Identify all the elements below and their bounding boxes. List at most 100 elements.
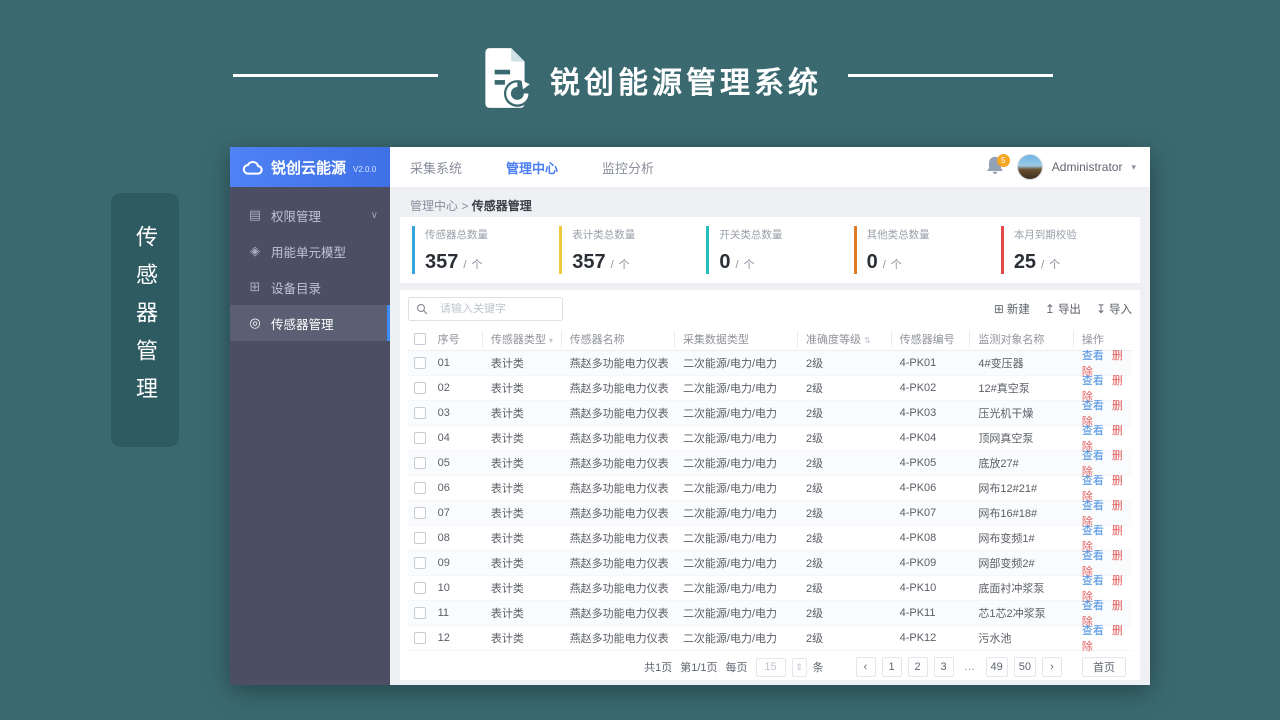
view-link[interactable]: 查看: [1082, 350, 1104, 362]
user-dropdown-caret-icon[interactable]: ▾: [1131, 162, 1136, 173]
page-number-button[interactable]: …: [959, 657, 980, 677]
cell-name: 燕赵多功能电力仪表: [569, 508, 669, 520]
first-page-button[interactable]: 首页: [1082, 657, 1126, 677]
cell-data-type: 二次能源/电力/电力: [682, 533, 778, 545]
stat-card: 其他类总数量 0 / 个: [853, 226, 991, 274]
table-row: 12 表计类 燕赵多功能电力仪表 二次能源/电力/电力 2级 4-PK12 污水…: [408, 625, 1132, 653]
view-link[interactable]: 查看: [1082, 375, 1104, 387]
new-icon: ⊞: [993, 302, 1004, 316]
view-link[interactable]: 查看: [1082, 550, 1104, 562]
cell-data-type: 二次能源/电力/电力: [682, 358, 778, 370]
header-name: 传感器名称: [560, 331, 674, 347]
sidebar-menu-item[interactable]: ◎ 传感器管理 ∨: [230, 305, 390, 341]
cell-target: 底放27#: [978, 458, 1019, 470]
cell-name: 燕赵多功能电力仪表: [569, 583, 669, 595]
sidebar-menu-item[interactable]: ⊞ 设备目录 ∨: [230, 269, 390, 305]
cell-data-type: 二次能源/电力/电力: [682, 408, 778, 420]
view-link[interactable]: 查看: [1082, 600, 1104, 612]
top-nav-item[interactable]: 管理中心: [506, 158, 558, 177]
new-button[interactable]: ⊞ 新建: [994, 301, 1030, 317]
export-button[interactable]: ↥ 导出: [1045, 301, 1081, 317]
search-input[interactable]: [428, 303, 543, 315]
header-accuracy[interactable]: 准确度等级 ⇅: [797, 331, 891, 347]
table-row: 05 表计类 燕赵多功能电力仪表 二次能源/电力/电力 2级 4-PK05 底放…: [408, 450, 1132, 478]
top-nav-item[interactable]: 采集系统: [410, 158, 462, 177]
stat-unit: 个: [471, 259, 483, 271]
cell-type: 表计类: [490, 433, 524, 445]
row-checkbox[interactable]: [414, 457, 426, 469]
cell-target: 压光机干燥: [978, 408, 1034, 420]
view-link[interactable]: 查看: [1082, 400, 1104, 412]
row-checkbox[interactable]: [414, 632, 426, 644]
row-checkbox[interactable]: [414, 357, 426, 369]
top-navbar: 采集系统 管理中心 监控分析 5 Administrator ▾: [390, 147, 1150, 187]
header-accuracy-label: 准确度等级: [806, 334, 862, 346]
row-checkbox[interactable]: [414, 557, 426, 569]
row-checkbox[interactable]: [414, 407, 426, 419]
row-checkbox[interactable]: [414, 607, 426, 619]
view-link[interactable]: 查看: [1082, 575, 1104, 587]
cell-name: 燕赵多功能电力仪表: [569, 558, 669, 570]
app-logo-version: V2.0.0: [353, 164, 377, 174]
cell-no: 04: [437, 432, 450, 444]
per-page-input[interactable]: 15: [755, 657, 786, 677]
menu-item-label: 用能单元模型: [271, 245, 347, 260]
cell-name: 燕赵多功能电力仪表: [569, 633, 669, 645]
username[interactable]: Administrator: [1052, 160, 1123, 174]
page-number-button[interactable]: 2: [907, 657, 928, 677]
new-button-label: 新建: [1006, 304, 1030, 316]
banner-divider-right: [848, 74, 1053, 77]
view-link[interactable]: 查看: [1082, 425, 1104, 437]
header-target: 监测对象名称: [969, 331, 1072, 347]
import-button[interactable]: ↧ 导入: [1096, 301, 1132, 317]
avatar[interactable]: [1016, 154, 1043, 180]
row-checkbox[interactable]: [414, 507, 426, 519]
cell-target: 网布16#18#: [978, 508, 1038, 520]
stat-slash: /: [463, 259, 467, 271]
next-page-button[interactable]: ›: [1042, 657, 1062, 677]
page-number-button[interactable]: 49: [985, 657, 1008, 677]
menu-icon: ▤: [248, 207, 262, 222]
cell-data-type: 二次能源/电力/电力: [682, 583, 778, 595]
sort-icon[interactable]: ⇅: [864, 336, 871, 345]
view-link[interactable]: 查看: [1082, 625, 1104, 637]
select-all-checkbox[interactable]: [414, 333, 426, 345]
cloud-icon: [242, 160, 263, 175]
page-number-button[interactable]: 3: [933, 657, 954, 677]
view-link[interactable]: 查看: [1082, 525, 1104, 537]
row-checkbox[interactable]: [414, 382, 426, 394]
per-page-stepper-icon[interactable]: ⇕: [791, 657, 807, 677]
prev-page-button[interactable]: ‹: [855, 657, 876, 677]
current-page-text: 第1/1页: [680, 662, 718, 674]
row-checkbox[interactable]: [414, 582, 426, 594]
row-checkbox[interactable]: [414, 482, 426, 494]
sidebar-menu-item[interactable]: ▤ 权限管理 ∨: [230, 197, 390, 233]
search-icon: [416, 303, 428, 315]
cell-no: 07: [437, 507, 450, 519]
stat-value: 0: [719, 251, 731, 273]
page-number-button[interactable]: 50: [1013, 657, 1036, 677]
cell-code: 4-PK11: [899, 607, 936, 619]
notification-bell[interactable]: 5: [986, 154, 1010, 179]
view-link[interactable]: 查看: [1082, 450, 1104, 462]
row-checkbox[interactable]: [414, 532, 426, 544]
cell-data-type: 二次能源/电力/电力: [682, 558, 778, 570]
sidebar-menu-item[interactable]: ◈ 用能单元模型 ∨: [230, 233, 390, 269]
row-checkbox[interactable]: [414, 432, 426, 444]
cell-type: 表计类: [490, 633, 524, 645]
filter-icon[interactable]: ▾: [549, 336, 553, 345]
cell-target: 网部变频2#: [978, 558, 1035, 570]
pagination-bar: 共1页 第1/1页 每页 15 ⇕ 条 ‹ 1 2 3… 49 50 › 首页: [408, 656, 1126, 678]
table-toolbar: ⊞ 新建 ↥ 导出 ↧ 导入: [408, 297, 1132, 321]
top-nav-item[interactable]: 监控分析: [602, 158, 654, 177]
stat-label: 本月到期校验: [1013, 229, 1077, 241]
cell-type: 表计类: [490, 558, 524, 570]
page-number-button[interactable]: 1: [881, 657, 902, 677]
view-link[interactable]: 查看: [1082, 500, 1104, 512]
breadcrumb-parent[interactable]: 管理中心: [410, 199, 458, 213]
table-header: 序号 传感器类型 ▾ 传感器名称 采集数据类型 准确度等级 ⇅ 传感器编号 监测对象…: [408, 328, 1132, 351]
stat-unit: 个: [743, 259, 755, 271]
menu-item-label: 权限管理: [271, 209, 322, 224]
view-link[interactable]: 查看: [1082, 475, 1104, 487]
header-type[interactable]: 传感器类型 ▾: [481, 331, 561, 347]
